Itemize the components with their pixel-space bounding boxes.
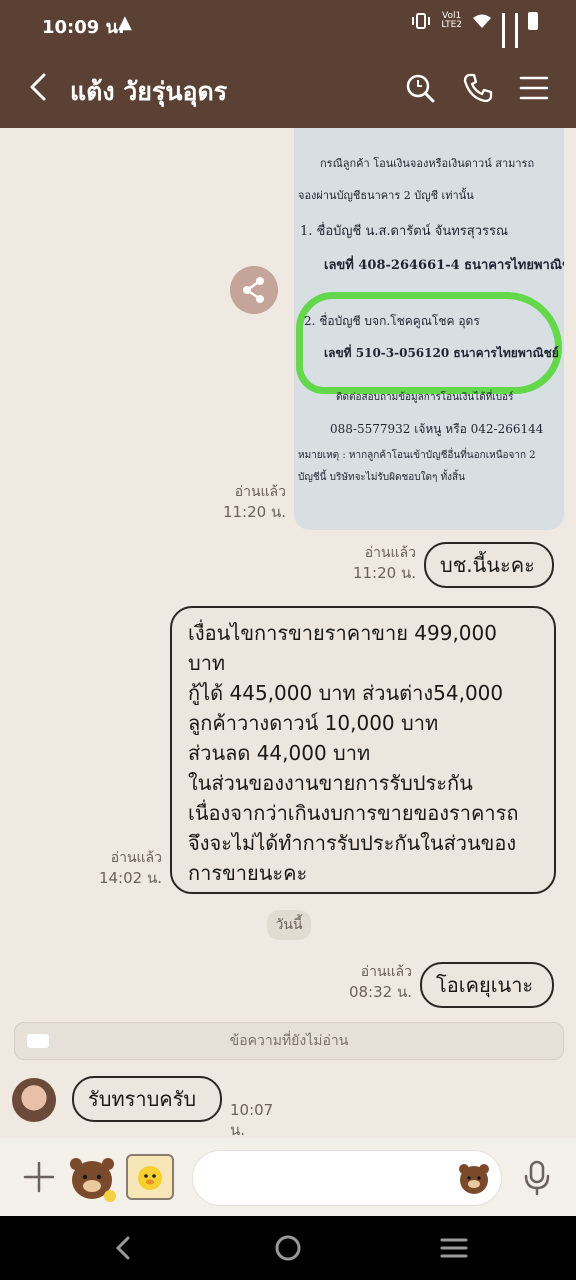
message-time: 11:20 น. [352,564,416,582]
message-meta: อ่านแล้ว 11:20 น. [200,482,286,522]
chat-header: แต้ง วัยรุ่นอุดร [0,48,576,128]
microphone-icon[interactable] [522,1160,552,1196]
outgoing-message-bubble[interactable]: บช.นี้นะคะ [424,542,554,588]
message-time: 08:32 น. [348,983,412,1001]
network-label: Vol1 LTE2 [441,12,462,30]
message-meta: อ่านแล้ว 14:02 น. [76,848,162,888]
message-meta: อ่านแล้ว 11:20 น. [330,543,416,583]
chat-area[interactable]: กรณีลูกค้า โอนเงินจองหรือเงินดาวน์ สามาร… [0,128,576,1138]
message-text: รับทราบครับ [88,1087,197,1111]
read-label: อ่านแล้ว [360,964,412,980]
photo-line: เลขที่ 510-3-056120 ธนาคารไทยพาณิชย์ [324,346,559,360]
read-label: อ่านแล้ว [110,850,162,866]
nav-home-icon[interactable] [274,1234,302,1262]
photo-message[interactable]: กรณีลูกค้า โอนเงินจองหรือเงินดาวน์ สามาร… [294,128,564,530]
read-label: อ่านแล้ว [234,484,286,500]
message-text: บช.นี้นะคะ [440,553,535,577]
photo-line: 2. ชื่อบัญชี บจก.โชคคูณโชค อุดร [304,314,480,328]
alert-icon: ▲ [118,12,132,33]
date-separator: วันนี้ [267,910,311,940]
photo-line: หมายเหตุ : หากลูกค้าโอนเข้าบัญชีอื่นที่น… [298,450,536,461]
nav-back-icon[interactable] [110,1234,138,1262]
wifi-icon [473,14,491,28]
message-time: 14:02 น. [98,869,162,887]
chevron-left-icon[interactable] [26,72,52,102]
photo-line: เลขที่ 408-264661-4 ธนาคารไทยพาณิชย์ [324,258,564,273]
message-input[interactable] [192,1150,502,1206]
sticker-icon[interactable] [66,1150,118,1202]
message-time: 11:20 น. [222,503,286,521]
message-time: 10:07 น. [230,1101,274,1138]
system-nav-bar [0,1216,576,1280]
battery-icon [528,12,538,30]
message-input-bar [0,1138,576,1216]
incoming-message-bubble[interactable]: รับทราบครับ [72,1076,222,1122]
signal-2-icon [515,13,518,56]
message-text: เงื่อนไขการขายราคาขาย 499,000 บาท กู้ได้… [188,621,519,885]
photo-line: บัญชีนี้ บริษัทจะไม่รับผิดชอบใดๆ ทั้งสิ้… [298,472,465,483]
photo-line: 088-5577932 เจ้หนู หรือ 042-266144 [330,422,544,436]
share-icon[interactable] [230,266,278,314]
read-label: อ่านแล้ว [364,545,416,561]
emoji-icon[interactable] [457,1161,491,1195]
signal-1-icon [502,13,505,56]
message-meta: อ่านแล้ว 08:32 น. [326,962,412,1002]
plus-icon[interactable] [22,1160,56,1194]
status-bar: 10:09 น. ▲ Vol1 LTE2 [0,0,576,56]
search-icon[interactable] [404,72,436,104]
photo-line: ติดต่อสอบถามข้อมูลการโอนเงินได้ที่เบอร์ [336,392,514,403]
message-text: โอเคยุเนาะ [436,973,534,997]
photo-line: จองผ่านบัญชีธนาคาร 2 บัญชี เท่านั้น [298,189,474,202]
outgoing-message-bubble[interactable]: เงื่อนไขการขายราคาขาย 499,000 บาท กู้ได้… [170,606,556,894]
tag-icon [27,1034,49,1048]
outgoing-message-bubble[interactable]: โอเคยุเนาะ [420,962,554,1008]
unread-label: ข้อความที่ยังไม่อ่าน [229,1033,349,1049]
status-time: 10:09 น. [42,17,125,38]
unread-messages-banner: ข้อความที่ยังไม่อ่าน [14,1022,564,1060]
status-icons: Vol1 LTE2 [411,12,538,56]
photo-line: กรณีลูกค้า โอนเงินจองหรือเงินดาวน์ สามาร… [320,157,535,170]
phone-icon[interactable] [462,72,494,104]
hamburger-menu-icon[interactable] [518,72,550,104]
vibrate-icon [412,13,431,29]
photo-line: 1. ชื่อบัญชี น.ส.ดารัตน์ จันทรสุวรรณ [300,224,509,239]
photo-sticker-icon[interactable] [126,1154,174,1200]
network-label-bottom: LTE2 [441,20,462,30]
avatar[interactable] [12,1078,56,1122]
contact-name[interactable]: แต้ง วัยรุ่นอุดร [70,72,227,112]
green-highlight [296,292,562,394]
nav-recents-icon[interactable] [440,1234,468,1262]
